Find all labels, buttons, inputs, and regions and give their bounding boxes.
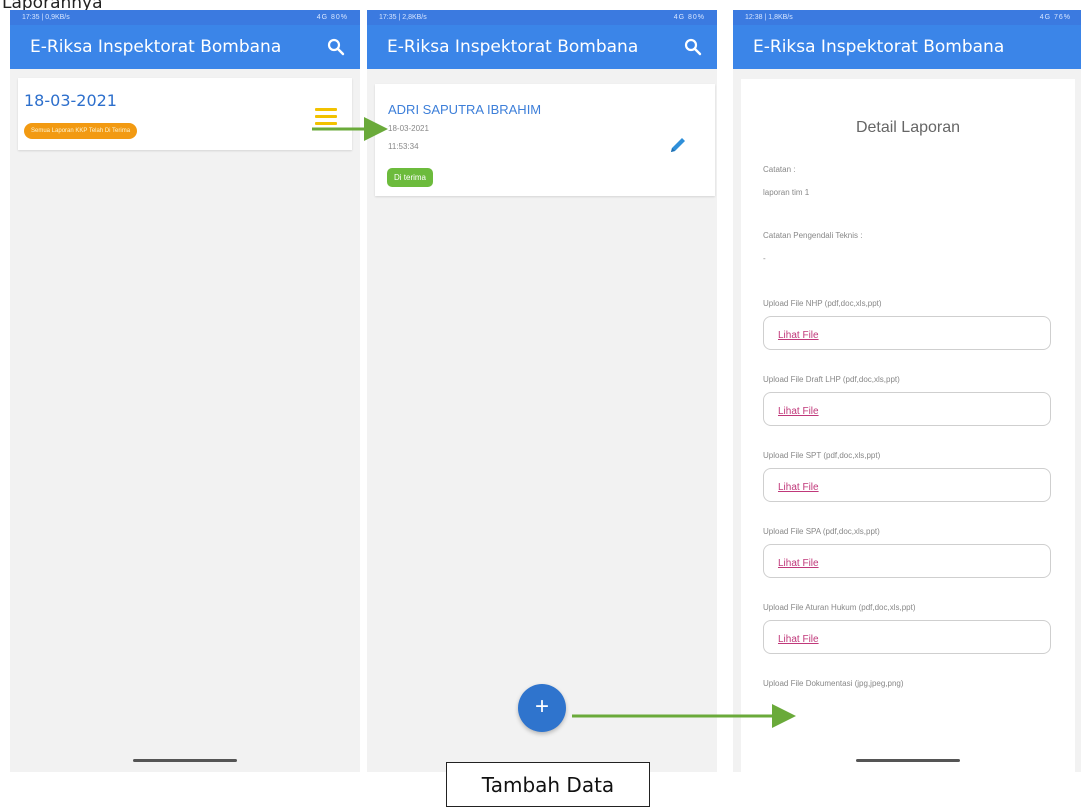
upload-label: Upload File Draft LHP (pdf,doc,xls,ppt) [763,375,900,384]
status-icons: 4G 80% [316,14,348,21]
file-box: Lihat File [763,544,1051,578]
search-icon[interactable] [683,37,703,57]
view-file-link[interactable]: Lihat File [778,330,819,341]
view-file-link[interactable]: Lihat File [778,558,819,569]
status-badge: Semua Laporan KKP Telah Di Terima [24,123,138,139]
status-badge: Di terima [387,168,434,187]
home-indicator [856,759,960,762]
status-bar: 17:35 | 0,9KB/s 4G 80% [10,10,360,25]
edit-pencil-icon[interactable] [667,134,689,156]
file-box: Lihat File [763,316,1051,350]
figure-caption-bottom: Tambah Data [446,762,650,807]
report-card[interactable]: ADRI SAPUTRA IBRAHIM 18-03-2021 11:53:34… [375,84,715,196]
app-bar: E-Riksa Inspektorat Bombana [733,25,1081,69]
status-time: 17:35 | 2,8KB/s [379,14,427,21]
page-title: Detail Laporan [855,119,961,136]
detail-form: Detail Laporan Catatan : laporan tim 1 C… [741,79,1075,772]
app-bar: E-Riksa Inspektorat Bombana [10,25,360,69]
home-indicator [133,759,237,762]
upload-label: Upload File Dokumentasi (jpg,jpeg,png) [763,679,904,688]
search-icon[interactable] [326,37,346,57]
add-data-fab[interactable]: + [518,684,566,732]
upload-label: Upload File SPT (pdf,doc,xls,ppt) [763,451,881,460]
upload-field-spa: Upload File SPA (pdf,doc,xls,ppt) Lihat … [763,527,1075,578]
report-date: 18-03-2021 [24,91,117,110]
reporter-name: ADRI SAPUTRA IBRAHIM [388,102,542,117]
phone-screen-report-detail: 12:38 | 1,8KB/s 4G 76% E-Riksa Inspektor… [733,10,1081,772]
upload-label: Upload File NHP (pdf,doc,xls,ppt) [763,299,882,308]
status-icons: 4G 80% [673,14,705,21]
figure: Laporannya 17:35 | 0,9KB/s 4G 80% E-Riks… [0,0,1081,807]
file-box: Lihat File [763,620,1051,654]
report-date-card[interactable]: 18-03-2021 Semua Laporan KKP Telah Di Te… [18,78,352,150]
status-time: 17:35 | 0,9KB/s [22,14,70,21]
upload-field-spt: Upload File SPT (pdf,doc,xls,ppt) Lihat … [763,451,1075,502]
upload-field-nhp: Upload File NHP (pdf,doc,xls,ppt) Lihat … [763,299,1075,350]
phone-screen-list: 17:35 | 0,9KB/s 4G 80% E-Riksa Inspektor… [10,10,360,772]
phone-screen-detail-list: 17:35 | 2,8KB/s 4G 80% E-Riksa Inspektor… [367,10,717,772]
app-bar: E-Riksa Inspektorat Bombana [367,25,717,69]
view-file-link[interactable]: Lihat File [778,406,819,417]
upload-field-aturan-hukum: Upload File Aturan Hukum (pdf,doc,xls,pp… [763,603,1075,654]
catatan-teknis-label: Catatan Pengendali Teknis : [763,231,863,240]
app-title: E-Riksa Inspektorat Bombana [30,37,282,57]
file-box: Lihat File [763,392,1051,426]
view-file-link[interactable]: Lihat File [778,634,819,645]
catatan-value: laporan tim 1 [763,188,810,197]
menu-icon[interactable] [315,108,337,126]
status-time: 12:38 | 1,8KB/s [745,14,793,21]
view-file-link[interactable]: Lihat File [778,482,819,493]
app-title: E-Riksa Inspektorat Bombana [387,37,639,57]
status-bar: 12:38 | 1,8KB/s 4G 76% [733,10,1081,25]
status-icons: 4G 76% [1039,14,1071,21]
upload-label: Upload File Aturan Hukum (pdf,doc,xls,pp… [763,603,916,612]
app-title: E-Riksa Inspektorat Bombana [753,37,1005,57]
upload-label: Upload File SPA (pdf,doc,xls,ppt) [763,527,880,536]
upload-field-draft-lhp: Upload File Draft LHP (pdf,doc,xls,ppt) … [763,375,1075,426]
catatan-label: Catatan : [763,165,796,174]
report-time: 11:53:34 [388,142,419,151]
file-box: Lihat File [763,468,1051,502]
status-bar: 17:35 | 2,8KB/s 4G 80% [367,10,717,25]
upload-field-dokumentasi: Upload File Dokumentasi (jpg,jpeg,png) [763,679,1075,688]
catatan-teknis-value: - [763,254,766,263]
report-date: 18-03-2021 [388,124,429,133]
